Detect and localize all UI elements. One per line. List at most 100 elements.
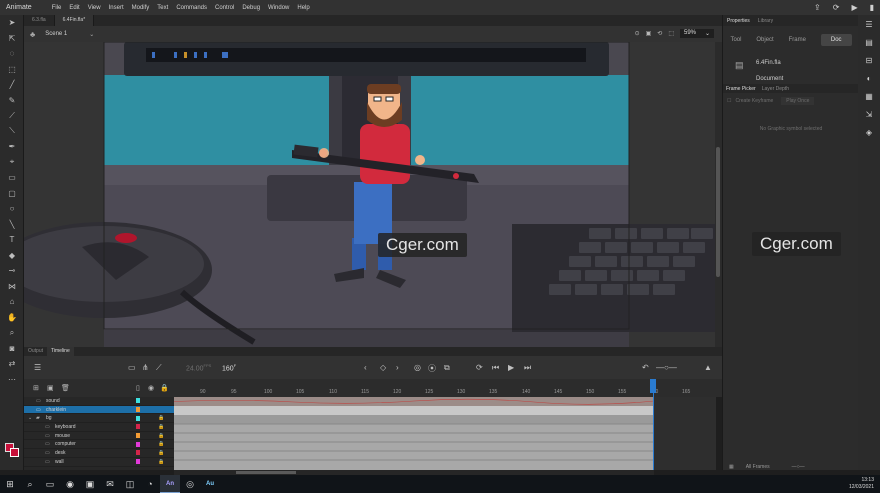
layer-row-charklein[interactable]: ▭ charklein — [24, 405, 174, 415]
tab-frame-picker[interactable]: Frame Picker — [723, 86, 759, 92]
menu-text[interactable]: Text — [157, 5, 168, 11]
camera-tool-icon[interactable]: ⌂ — [0, 294, 24, 310]
insert-keyframe-icon[interactable]: ◇ — [380, 363, 386, 372]
edit-multiple-icon[interactable]: ⧉ — [444, 363, 450, 373]
tab-library[interactable]: Library — [754, 18, 777, 24]
all-frames-select[interactable]: All Frames — [746, 464, 770, 470]
play-icon[interactable]: ▶ — [508, 363, 514, 372]
frames-grid[interactable] — [173, 397, 655, 470]
layer-color[interactable] — [136, 441, 140, 447]
scene-label[interactable]: Scene 1 — [45, 31, 67, 37]
center-stage-icon[interactable]: ⊙ — [635, 30, 640, 37]
new-layer-icon[interactable]: ⊞ — [33, 384, 39, 392]
selection-tool-icon[interactable]: ➤ — [0, 15, 24, 31]
current-frame[interactable]: 160F — [222, 363, 236, 372]
subtab-frame[interactable]: Frame — [789, 37, 806, 43]
assets-panel-icon[interactable]: ◈ — [858, 123, 880, 141]
layer-row-computer[interactable]: ▭ computer 🔒 — [24, 440, 174, 450]
transform-panel-icon[interactable]: ⇲ — [858, 105, 880, 123]
lock-icon[interactable]: 🔒 — [158, 441, 164, 447]
thumbnail-size-slider[interactable]: —○— — [792, 464, 805, 470]
eye-icon[interactable]: ◉ — [148, 384, 154, 392]
search-icon[interactable]: ⌕ — [20, 475, 40, 493]
layer-color[interactable] — [136, 433, 140, 439]
mountain-large-icon[interactable]: ▲ — [704, 363, 712, 372]
layer-row-mouse[interactable]: ▭ mouse 🔒 — [24, 432, 174, 441]
layer-row-desk[interactable]: ▭ desk 🔒 — [24, 449, 174, 458]
subselection-tool-icon[interactable]: ⇱ — [0, 31, 24, 47]
play-once-select[interactable]: Play Once — [781, 97, 815, 105]
scroll-thumb[interactable] — [716, 147, 720, 277]
layer-color[interactable] — [136, 398, 140, 404]
store-icon[interactable]: ◫ — [120, 475, 140, 493]
text-tool-icon[interactable]: T — [0, 232, 24, 248]
mail-icon[interactable]: ✉ — [100, 475, 120, 493]
hand-tool-icon[interactable]: ✋ — [0, 310, 24, 326]
empty-frames[interactable] — [654, 397, 716, 470]
layers-icon[interactable]: ☰ — [34, 363, 41, 372]
layer-color[interactable] — [136, 450, 140, 456]
step-forward-icon[interactable]: ⏭ — [524, 363, 531, 373]
swatches-panel-icon[interactable]: ▦ — [858, 87, 880, 105]
share-icon[interactable]: ⇪ — [814, 3, 821, 12]
menu-help[interactable]: Help — [297, 5, 309, 11]
subtab-tool[interactable]: Tool — [730, 37, 741, 43]
tab-layer-depth[interactable]: Layer Depth — [759, 86, 792, 92]
oval-tool-icon[interactable]: ○ — [0, 201, 24, 217]
scroll-thumb[interactable] — [236, 471, 296, 474]
properties-panel-icon[interactable]: ☰ — [858, 15, 880, 33]
delete-layer-icon[interactable]: 🗑 — [61, 384, 70, 392]
windows-start-icon[interactable]: ⊞ — [0, 475, 20, 493]
menu-file[interactable]: File — [52, 5, 62, 11]
camera-icon[interactable]: ▭ — [128, 363, 136, 372]
layer-color[interactable] — [136, 407, 140, 413]
rotation-icon[interactable]: ⟲ — [657, 30, 662, 37]
layer-color[interactable] — [136, 459, 140, 465]
animate-taskbar-icon[interactable]: An — [160, 475, 180, 493]
align-panel-icon[interactable]: ⊟ — [858, 51, 880, 69]
menu-view[interactable]: View — [88, 5, 101, 11]
rectangle-tool-icon[interactable]: ▢ — [0, 186, 24, 202]
doc-tab-6-3[interactable]: 6.3.fla — [24, 15, 55, 26]
menu-insert[interactable]: Insert — [109, 5, 124, 11]
camera-icon[interactable]: ◙ — [0, 341, 24, 357]
zoom-select[interactable]: 59% ⌄ — [680, 29, 714, 38]
pen-tool-icon[interactable]: ✒ — [0, 139, 24, 155]
undo-icon[interactable]: ↶ — [642, 363, 649, 372]
anchor-tool-icon[interactable]: ⌖ — [0, 155, 24, 171]
file-manager-icon[interactable]: ▣ — [80, 475, 100, 493]
color-panel-icon[interactable]: ◐ — [858, 69, 880, 87]
app-icon[interactable]: ◔ — [140, 475, 160, 493]
paint-brush-icon[interactable]: ⟋ — [0, 108, 24, 124]
doc-tab-6-4fin[interactable]: 6.4Fin.fla* — [54, 15, 95, 26]
menu-window[interactable]: Window — [268, 5, 289, 11]
fps-readout[interactable]: 24.00FPS — [186, 363, 211, 372]
free-transform-tool-icon[interactable]: ⬚ — [0, 62, 24, 78]
maximize-icon[interactable]: ▮ — [870, 3, 874, 12]
layer-color[interactable] — [136, 424, 140, 430]
lock-icon[interactable]: 🔒 — [158, 433, 164, 439]
checkbox-icon[interactable]: ☐ — [727, 98, 731, 104]
library-panel-icon[interactable]: ▤ — [858, 33, 880, 51]
layer-row-bg[interactable]: ⌄ ▰ bg 🔒 — [24, 414, 174, 424]
highlight-icon[interactable]: ▯ — [136, 384, 140, 392]
stage[interactable]: Cger.com — [24, 42, 717, 347]
subtab-object[interactable]: Object — [756, 37, 773, 43]
edit-toolbar-icon[interactable]: ⋯ — [0, 372, 24, 388]
eraser-tool-icon[interactable]: ▭ — [0, 170, 24, 186]
lock-icon[interactable]: 🔒 — [158, 415, 164, 421]
menu-edit[interactable]: Edit — [69, 5, 79, 11]
lock-icon[interactable]: 🔒 — [158, 450, 164, 456]
audition-taskbar-icon[interactable]: Au — [200, 475, 220, 493]
bone-tool-icon[interactable]: ⋈ — [0, 279, 24, 295]
zoom-tool-icon[interactable]: ⌕ — [0, 325, 24, 341]
chevron-down-icon[interactable]: ⌄ — [89, 31, 94, 38]
prev-keyframe-icon[interactable]: ‹ — [364, 363, 367, 372]
menu-commands[interactable]: Commands — [176, 5, 207, 11]
fluid-brush-icon[interactable]: ⟍ — [0, 124, 24, 140]
grid-icon[interactable]: ▦ — [729, 464, 734, 470]
next-keyframe-icon[interactable]: › — [396, 363, 399, 372]
menu-modify[interactable]: Modify — [132, 5, 150, 11]
parenting-icon[interactable]: ⋔ — [142, 363, 149, 372]
tab-properties[interactable]: Properties — [723, 18, 754, 24]
